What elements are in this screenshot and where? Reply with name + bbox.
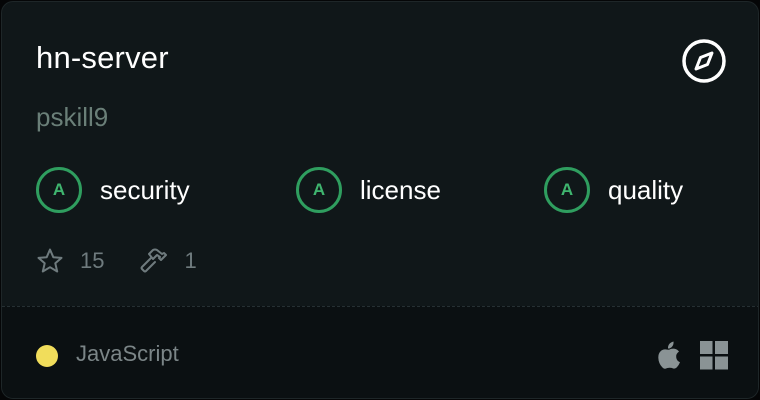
- compass-icon[interactable]: [681, 38, 727, 84]
- stars-stat: 15: [36, 247, 104, 275]
- score-label: license: [360, 174, 441, 205]
- card-footer: JavaScript: [2, 306, 758, 398]
- score-quality: A quality: [544, 166, 683, 214]
- language-color-dot: [36, 345, 58, 367]
- language-name: JavaScript: [76, 341, 179, 366]
- apple-icon: [656, 340, 682, 375]
- tools-stat: 1: [138, 247, 197, 275]
- stats-row: 15 1: [36, 246, 231, 276]
- grade-badge: A: [36, 167, 82, 213]
- star-icon: [36, 247, 64, 275]
- score-label: security: [100, 174, 190, 205]
- repo-name[interactable]: hn-server: [36, 40, 169, 76]
- grade-badge: A: [296, 167, 342, 213]
- windows-icon: [700, 340, 728, 375]
- hammer-icon: [138, 247, 168, 275]
- score-license: A license: [296, 166, 441, 214]
- tools-count: 1: [184, 248, 197, 273]
- server-card[interactable]: hn-server pskill9 A security A license A…: [1, 1, 759, 399]
- repo-owner[interactable]: pskill9: [36, 102, 108, 133]
- grade-badge: A: [544, 167, 590, 213]
- stars-count: 15: [80, 248, 105, 273]
- score-security: A security: [36, 166, 190, 214]
- score-label: quality: [608, 174, 684, 205]
